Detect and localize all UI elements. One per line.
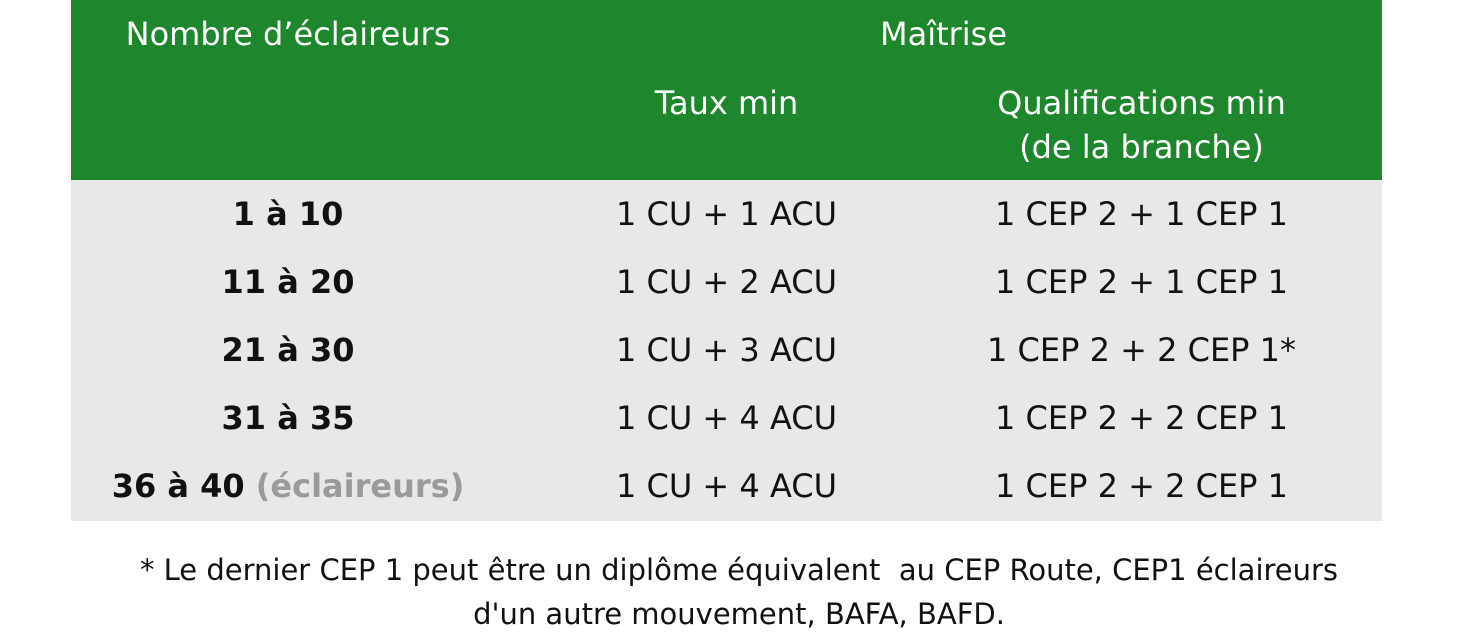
staffing-table: Nombre d’éclaireurs Maîtrise Taux min Qu… xyxy=(71,0,1382,521)
table-header: Nombre d’éclaireurs Maîtrise Taux min Qu… xyxy=(71,0,1382,180)
min-qualifications-cell: 1 CEP 2 + 2 CEP 1 xyxy=(995,399,1288,437)
min-rate-cell: 1 CU + 2 ACU xyxy=(615,263,838,301)
scout-count: 31 à 35 xyxy=(221,399,355,437)
scout-count-cell: 31 à 35 xyxy=(71,384,505,452)
footnote: * Le dernier CEP 1 peut être un diplôme … xyxy=(0,548,1478,636)
footnote-line2: d'un autre mouvement, BAFA, BAFD. xyxy=(473,597,1005,631)
min-qualifications-cell: 1 CEP 2 + 2 CEP 1* xyxy=(987,331,1296,369)
table-row: 21 à 30 1 CU + 3 ACU 1 CEP 2 + 2 CEP 1* xyxy=(71,316,1382,384)
header-min-qualifications-line1: Qualifications min xyxy=(997,84,1286,122)
footnote-line1: * Le dernier CEP 1 peut être un diplôme … xyxy=(139,553,1339,587)
header-scout-count: Nombre d’éclaireurs xyxy=(125,15,451,53)
min-rate-cell: 1 CU + 4 ACU xyxy=(615,467,838,505)
scout-count: 36 à 40 xyxy=(111,467,245,505)
scout-count-cell: 21 à 30 xyxy=(71,316,505,384)
scout-count: 11 à 20 xyxy=(221,263,355,301)
header-min-rate: Taux min xyxy=(654,84,799,122)
table-row: 1 à 10 1 CU + 1 ACU 1 CEP 2 + 1 CEP 1 xyxy=(71,180,1382,248)
scout-count: 1 à 10 xyxy=(232,195,344,233)
table-row: 31 à 35 1 CU + 4 ACU 1 CEP 2 + 2 CEP 1 xyxy=(71,384,1382,452)
table-row: 36 à 40 (éclaireurs) 1 CU + 4 ACU 1 CEP … xyxy=(71,452,1382,520)
scout-count-cell: 11 à 20 xyxy=(71,248,505,316)
min-rate-cell: 1 CU + 1 ACU xyxy=(615,195,838,233)
scout-count-cell: 1 à 10 xyxy=(71,180,505,248)
min-qualifications-cell: 1 CEP 2 + 2 CEP 1 xyxy=(995,467,1288,505)
min-qualifications-cell: 1 CEP 2 + 1 CEP 1 xyxy=(995,195,1288,233)
table-body: 1 à 10 1 CU + 1 ACU 1 CEP 2 + 1 CEP 1 11… xyxy=(71,180,1382,521)
min-qualifications-cell: 1 CEP 2 + 1 CEP 1 xyxy=(995,263,1288,301)
min-rate-cell: 1 CU + 4 ACU xyxy=(615,399,838,437)
header-min-qualifications-line2: (de la branche) xyxy=(1019,128,1264,166)
header-maitrise: Maîtrise xyxy=(879,15,1008,53)
scout-count-cell: 36 à 40 (éclaireurs) xyxy=(71,452,505,520)
scout-count: 21 à 30 xyxy=(221,331,355,369)
min-rate-cell: 1 CU + 3 ACU xyxy=(615,331,838,369)
scout-count-suffix: (éclaireurs) xyxy=(255,467,465,505)
table-row: 11 à 20 1 CU + 2 ACU 1 CEP 2 + 1 CEP 1 xyxy=(71,248,1382,316)
header-min-qualifications: Qualifications min (de la branche) xyxy=(901,81,1382,169)
